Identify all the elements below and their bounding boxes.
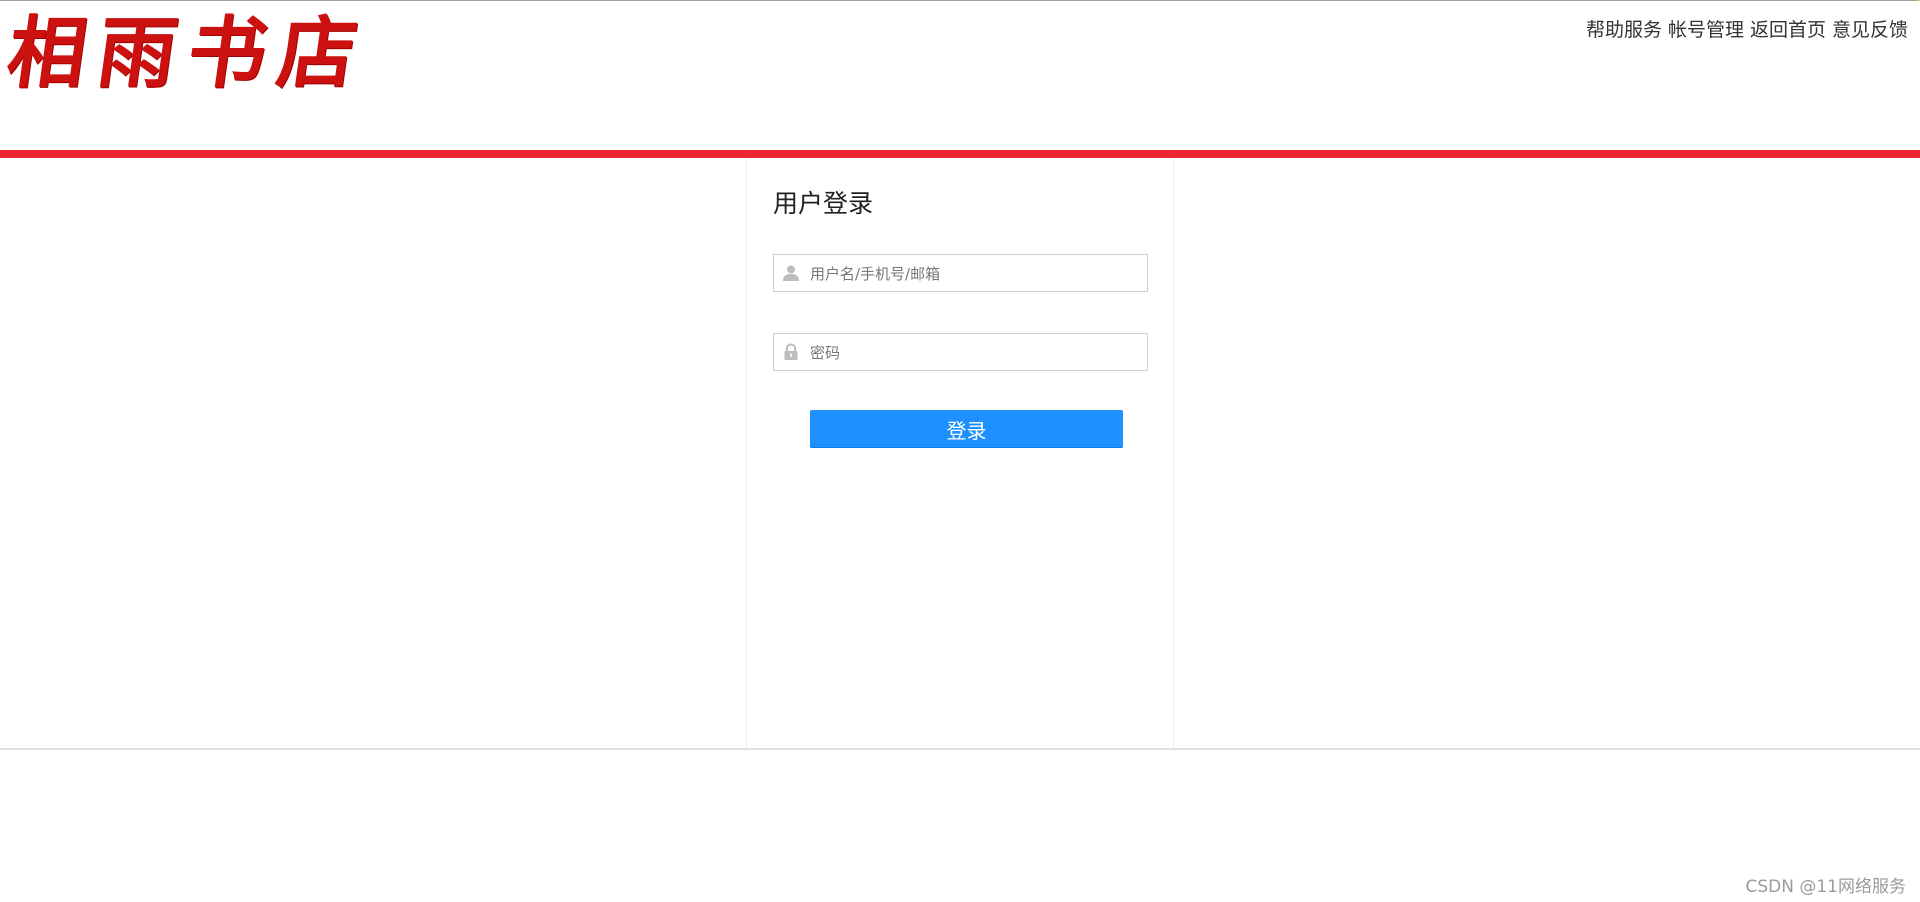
nav-link-account[interactable]: 帐号管理 (1668, 15, 1744, 42)
csdn-watermark: CSDN @11网络服务 (1745, 877, 1906, 897)
site-logo[interactable]: 相雨书店 (2, 8, 375, 99)
site-header: 相雨书店 帮助服务 帐号管理 返回首页 意见反馈 (0, 1, 1920, 151)
login-title: 用户登录 (773, 189, 874, 218)
nav-link-home[interactable]: 返回首页 (1750, 15, 1826, 42)
nav-link-help[interactable]: 帮助服务 (1586, 15, 1662, 42)
user-icon (782, 264, 800, 282)
header-divider (0, 150, 1920, 158)
password-input[interactable] (808, 334, 1142, 372)
main-area: 用户登录 登录 (0, 158, 1920, 750)
lock-icon (782, 343, 800, 361)
username-field[interactable] (773, 254, 1148, 293)
top-nav: 帮助服务 帐号管理 返回首页 意见反馈 (1586, 15, 1908, 42)
login-panel: 用户登录 登录 (746, 158, 1174, 748)
nav-link-feedback[interactable]: 意见反馈 (1832, 15, 1908, 42)
login-button[interactable]: 登录 (810, 410, 1123, 448)
username-input[interactable] (808, 255, 1142, 293)
password-field[interactable] (773, 333, 1148, 372)
